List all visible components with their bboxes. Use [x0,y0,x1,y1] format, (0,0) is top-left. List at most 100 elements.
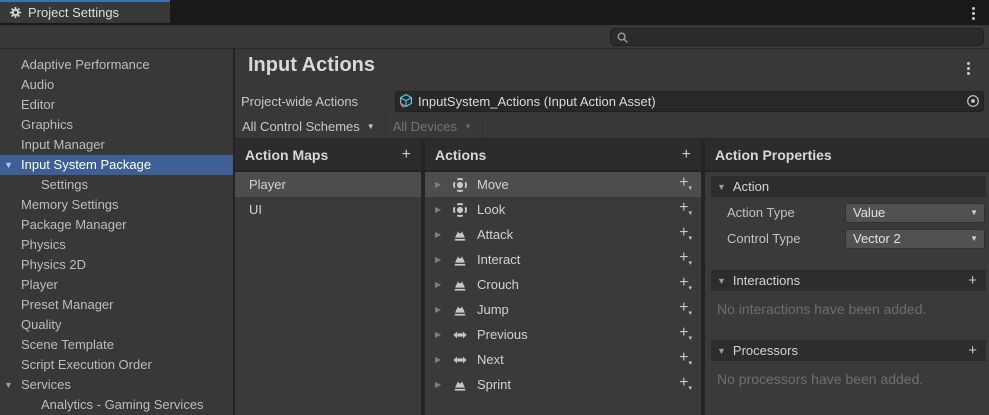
button-control-icon [452,227,468,243]
add-binding-button[interactable]: +▾ [679,199,692,217]
settings-category-sidebar: Adaptive Performance Audio Editor Graphi… [0,49,235,415]
action-row-previous[interactable]: ▶ Previous +▾ [425,322,701,347]
asset-object-value: InputSystem_Actions (Input Action Asset) [418,94,656,109]
search-input[interactable] [633,29,977,47]
action-map-row-player[interactable]: Player [235,172,421,197]
action-row-move[interactable]: ▶ Move +▾ [425,172,701,197]
control-schemes-toolbar: All Control Schemes ▼ All Devices ▼ [235,114,989,140]
asset-object-field[interactable]: InputSystem_Actions (Input Action Asset) [395,91,984,112]
action-row-interact[interactable]: ▶ Interact +▾ [425,247,701,272]
action-row-attack[interactable]: ▶ Attack +▾ [425,222,701,247]
action-label: Attack [477,227,513,242]
search-field[interactable] [610,28,984,46]
sidebar-item-label: Services [21,377,71,392]
interactions-foldout[interactable]: ▼ Interactions + [711,270,986,291]
sidebar-item-player[interactable]: Player [0,275,233,295]
sidebar-item-label: Physics 2D [21,257,86,272]
sidebar-item-services[interactable]: ▼ Services [0,375,233,395]
action-map-row-ui[interactable]: UI [235,197,421,222]
sidebar-item-physics[interactable]: Physics [0,235,233,255]
add-interaction-button[interactable]: + [968,272,986,289]
add-processor-button[interactable]: + [968,342,986,359]
add-binding-button[interactable]: +▾ [679,274,692,292]
action-label: Previous [477,327,528,342]
sidebar-item-settings[interactable]: Settings [0,175,233,195]
expand-caret-icon[interactable]: ▶ [432,380,452,389]
actions-list: ▶ Move +▾ ▶ Look +▾ ▶ Attack [425,172,701,415]
expand-caret-icon[interactable]: ▶ [432,230,452,239]
sidebar-item-label: Package Manager [21,217,127,232]
button-control-icon [452,252,468,268]
processors-empty-message: No processors have been added. [717,371,923,387]
add-binding-button[interactable]: +▾ [679,224,692,242]
processors-foldout[interactable]: ▼ Processors + [711,340,986,361]
expand-caret-icon[interactable]: ▶ [432,280,452,289]
action-row-look[interactable]: ▶ Look +▾ [425,197,701,222]
sidebar-item-memory-settings[interactable]: Memory Settings [0,195,233,215]
action-label: Crouch [477,277,519,292]
sidebar-item-quality[interactable]: Quality [0,315,233,335]
add-binding-button[interactable]: +▾ [679,174,692,192]
add-binding-button[interactable]: +▾ [679,324,692,342]
sidebar-item-input-system-package[interactable]: ▼ Input System Package [0,155,233,175]
action-maps-list: Player UI [235,172,421,415]
control-type-dropdown[interactable]: Vector 2 ▼ [845,229,985,249]
sidebar-item-label: Editor [21,97,55,112]
sidebar-item-adaptive-performance[interactable]: Adaptive Performance [0,55,233,75]
sidebar-item-label: Adaptive Performance [21,57,150,72]
add-binding-button[interactable]: +▾ [679,249,692,267]
sidebar-item-package-manager[interactable]: Package Manager [0,215,233,235]
input-actions-menu-kebab-icon[interactable] [965,60,972,77]
add-binding-button[interactable]: +▾ [679,349,692,367]
action-properties-body: ▼ Action Action Type Value ▼ Control Typ… [705,172,989,415]
stick-control-icon [452,202,468,218]
sidebar-item-label: Preset Manager [21,297,114,312]
foldout-open-icon[interactable]: ▼ [4,155,13,175]
project-wide-actions-label: Project-wide Actions [241,94,395,109]
sidebar-item-label: Memory Settings [21,197,119,212]
action-type-dropdown[interactable]: Value ▼ [845,203,985,223]
chevron-down-icon: ▼ [970,208,984,217]
action-row-next[interactable]: ▶ Next +▾ [425,347,701,372]
sidebar-item-graphics[interactable]: Graphics [0,115,233,135]
chevron-down-icon: ▼ [970,234,984,243]
action-type-label: Action Type [727,205,845,220]
chevron-down-icon: ▾ [688,334,692,342]
expand-caret-icon[interactable]: ▶ [432,205,452,214]
add-binding-button[interactable]: +▾ [679,374,692,392]
expand-caret-icon[interactable]: ▶ [432,180,452,189]
action-foldout[interactable]: ▼ Action [711,176,986,197]
action-row-crouch[interactable]: ▶ Crouch +▾ [425,272,701,297]
sidebar-item-analytics-gaming-services[interactable]: Analytics - Gaming Services [0,395,233,415]
chevron-down-icon: ▾ [688,234,692,242]
sidebar-item-audio[interactable]: Audio [0,75,233,95]
window-menu-kebab-icon[interactable] [970,5,977,22]
sidebar-item-editor[interactable]: Editor [0,95,233,115]
sidebar-item-physics-2d[interactable]: Physics 2D [0,255,233,275]
sidebar-item-label: Script Execution Order [21,357,152,372]
expand-caret-icon[interactable]: ▶ [432,305,452,314]
control-schemes-dropdown[interactable]: All Control Schemes ▼ [235,114,386,138]
expand-caret-icon[interactable]: ▶ [432,355,452,364]
action-row-sprint[interactable]: ▶ Sprint +▾ [425,372,701,397]
add-action-button[interactable]: + [682,148,691,162]
input-action-asset-icon [398,93,414,109]
actions-panel: Actions + ▶ Move +▾ ▶ Look +▾ [425,140,701,415]
sidebar-item-script-execution-order[interactable]: Script Execution Order [0,355,233,375]
expand-caret-icon[interactable]: ▶ [432,255,452,264]
object-picker-button[interactable] [963,93,982,110]
action-maps-header-label: Action Maps [245,147,328,163]
add-action-map-button[interactable]: + [402,148,411,162]
foldout-open-icon: ▼ [717,276,726,286]
tab-project-settings[interactable]: Project Settings [0,0,170,23]
devices-dropdown[interactable]: All Devices ▼ [386,114,483,138]
action-row-jump[interactable]: ▶ Jump +▾ [425,297,701,322]
foldout-open-icon[interactable]: ▼ [4,375,13,395]
action-label: Sprint [477,377,511,392]
sidebar-item-input-manager[interactable]: Input Manager [0,135,233,155]
add-binding-button[interactable]: +▾ [679,299,692,317]
expand-caret-icon[interactable]: ▶ [432,330,452,339]
devices-dropdown-label: All Devices [393,119,457,134]
sidebar-item-preset-manager[interactable]: Preset Manager [0,295,233,315]
sidebar-item-scene-template[interactable]: Scene Template [0,335,233,355]
